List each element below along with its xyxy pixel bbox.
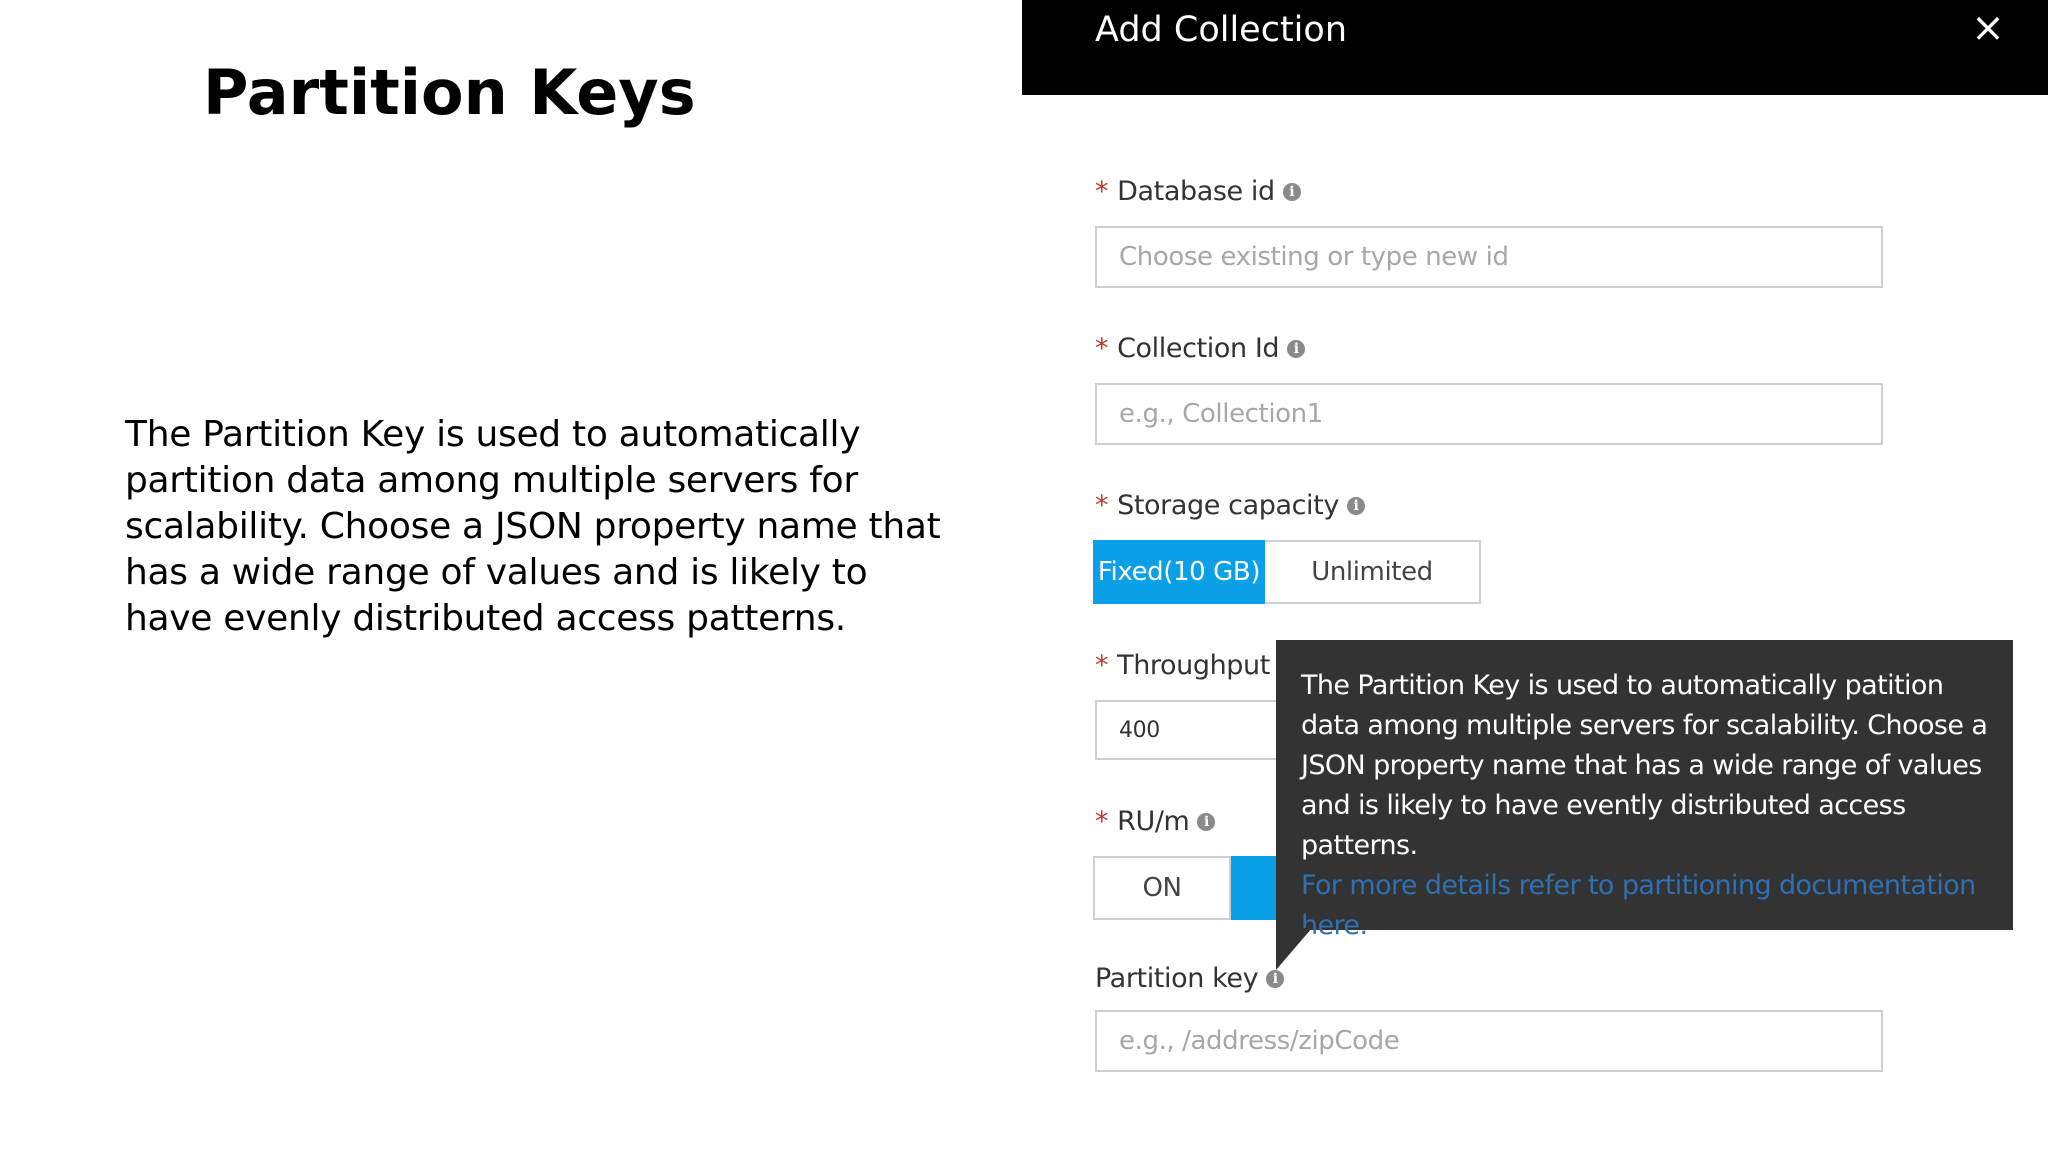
required-marker: *: [1095, 333, 1109, 364]
storage-capacity-toggle: Fixed(10 GB) Unlimited: [1093, 540, 1481, 604]
partition-key-label: Partition key i: [1095, 963, 1285, 994]
rum-label-text: RU/m: [1117, 806, 1190, 837]
slide-title: Partition Keys: [203, 56, 696, 129]
throughput-label: * Throughput: [1095, 650, 1270, 681]
storage-capacity-label: * Storage capacity i: [1095, 490, 1365, 521]
info-icon[interactable]: i: [1266, 969, 1285, 988]
info-icon[interactable]: i: [1197, 812, 1216, 831]
rum-label: * RU/m i: [1095, 806, 1216, 837]
collection-id-input[interactable]: [1095, 383, 1883, 445]
storage-fixed-option[interactable]: Fixed(10 GB): [1093, 540, 1265, 604]
required-marker: *: [1095, 490, 1109, 521]
tooltip-text: The Partition Key is used to automatical…: [1301, 670, 1988, 861]
info-icon[interactable]: i: [1287, 339, 1306, 358]
storage-capacity-label-text: Storage capacity: [1117, 490, 1339, 521]
collection-id-label: * Collection Id i: [1095, 333, 1306, 364]
info-icon[interactable]: i: [1282, 182, 1301, 201]
add-collection-blade: Add Collection × * Database id i * Colle…: [1022, 0, 2048, 1152]
throughput-label-text: Throughput: [1117, 650, 1270, 681]
partition-key-input[interactable]: [1095, 1010, 1883, 1072]
partition-key-label-text: Partition key: [1095, 963, 1259, 994]
partition-key-tooltip: The Partition Key is used to automatical…: [1276, 640, 2013, 941]
database-id-label: * Database id i: [1095, 176, 1301, 207]
blade-title: Add Collection: [1095, 10, 1348, 50]
rum-on-option[interactable]: ON: [1093, 856, 1231, 920]
required-marker: *: [1095, 806, 1109, 837]
partitioning-docs-link[interactable]: For more details refer to partitioning d…: [1301, 866, 1991, 946]
database-id-label-text: Database id: [1117, 176, 1275, 207]
slide-body-text: The Partition Key is used to automatical…: [125, 414, 941, 639]
blade-header: Add Collection ×: [1022, 0, 2048, 95]
required-marker: *: [1095, 650, 1109, 681]
storage-unlimited-option[interactable]: Unlimited: [1265, 540, 1481, 604]
info-icon[interactable]: i: [1346, 496, 1365, 515]
database-id-input[interactable]: [1095, 226, 1883, 288]
required-marker: *: [1095, 176, 1109, 207]
close-icon[interactable]: ×: [1966, 6, 2010, 50]
tooltip-pointer: [1276, 928, 1312, 970]
collection-id-label-text: Collection Id: [1117, 333, 1280, 364]
